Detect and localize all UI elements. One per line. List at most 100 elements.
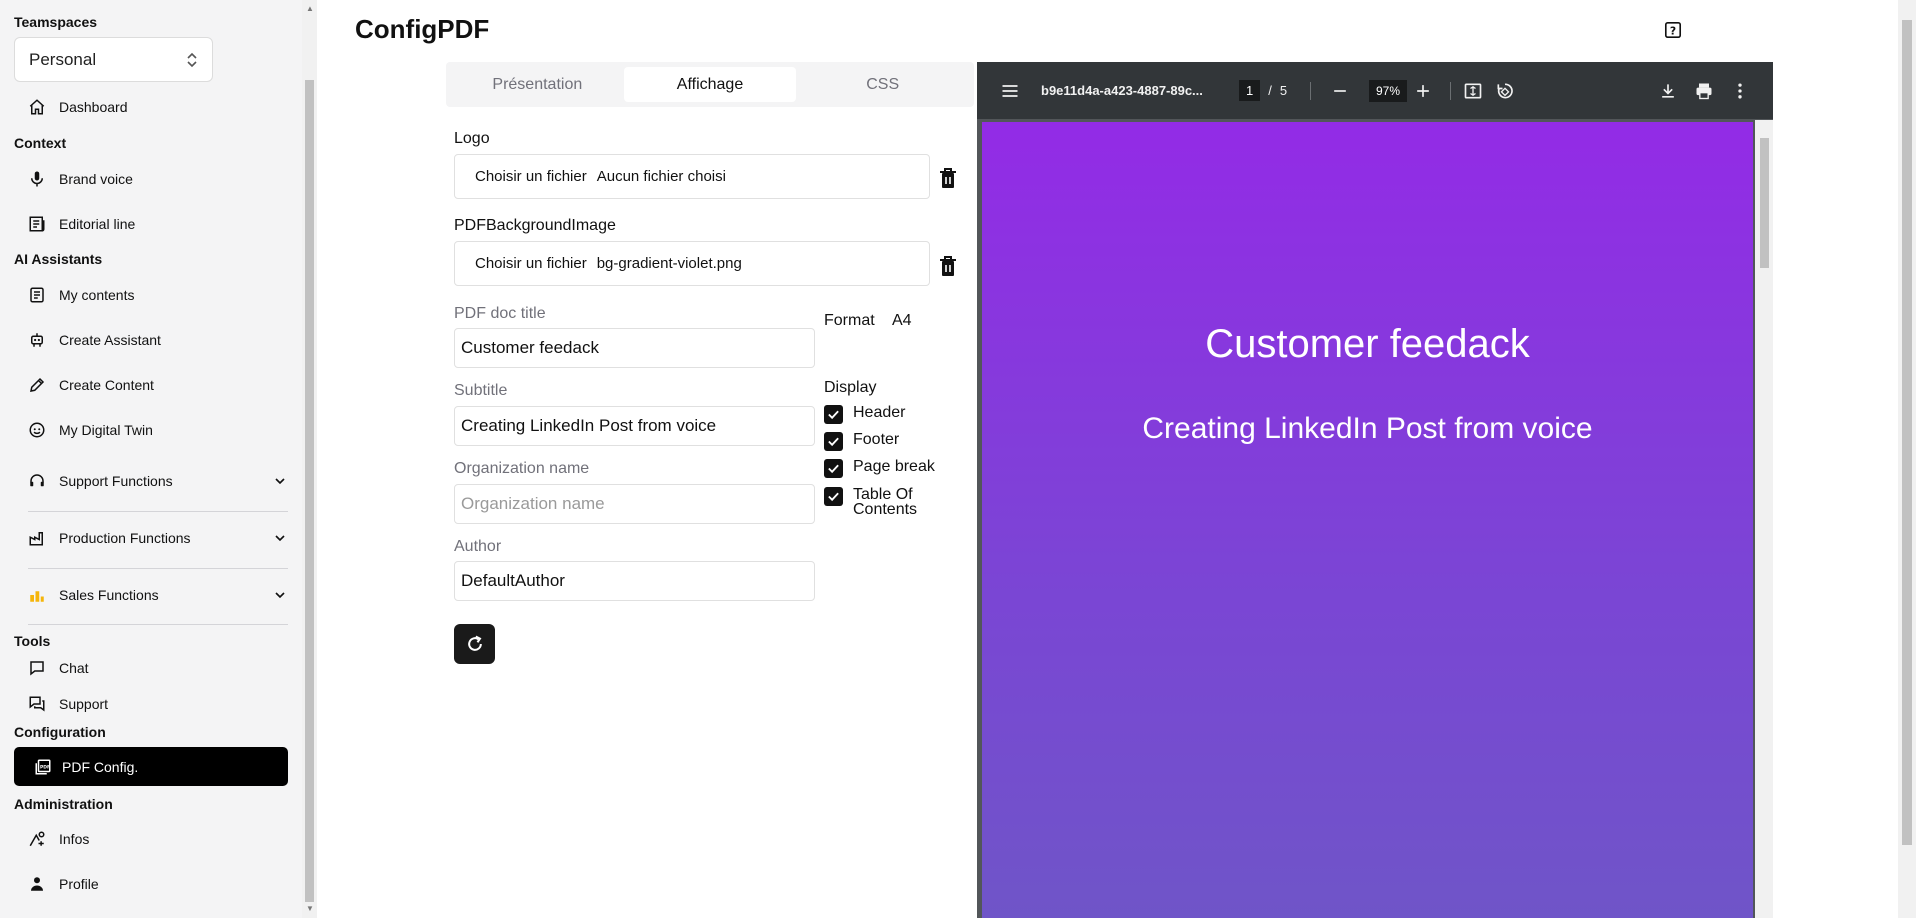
- logo-file-input[interactable]: Choisir un fichier Aucun fichier choisi: [454, 154, 930, 199]
- scroll-up-arrow-icon[interactable]: ▲: [306, 4, 314, 13]
- help-icon[interactable]: ?: [1664, 21, 1682, 39]
- pdf-page-title: Customer feedack: [1205, 322, 1530, 366]
- factory-icon: [29, 532, 43, 546]
- scrollbar-thumb[interactable]: [1760, 138, 1769, 268]
- check-icon: [824, 432, 843, 451]
- bg-image-file-input[interactable]: Choisir un fichier bg-gradient-violet.pn…: [454, 241, 930, 286]
- check-icon: [824, 459, 843, 478]
- logo-label: Logo: [454, 130, 490, 147]
- scrollbar-thumb[interactable]: [305, 80, 314, 902]
- toolbar-separator: [1450, 82, 1451, 100]
- chevron-down-icon: [275, 478, 285, 485]
- doc-title-input[interactable]: Customer feedack: [454, 328, 815, 368]
- header-checkbox[interactable]: Header: [824, 405, 905, 424]
- footer-checkbox[interactable]: Footer: [824, 432, 899, 451]
- sidebar-item-brand-voice[interactable]: Brand voice: [28, 165, 133, 193]
- sidebar-item-editorial-line[interactable]: Editorial line: [28, 210, 135, 238]
- bar-chart-icon: [30, 591, 44, 602]
- context-title: Context: [14, 135, 67, 151]
- tools-title: Tools: [14, 633, 51, 649]
- chevron-up-down-icon: [187, 52, 197, 67]
- rotate-icon[interactable]: [1495, 62, 1515, 119]
- tab-css[interactable]: CSS: [796, 67, 969, 102]
- page-title: ConfigPDF: [355, 14, 490, 44]
- pdf-scrollbar[interactable]: [1755, 120, 1773, 918]
- download-icon[interactable]: [1658, 62, 1678, 119]
- sidebar-item-dashboard[interactable]: Dashboard: [28, 93, 128, 121]
- page-indicator: 1 / 5: [1239, 62, 1287, 119]
- sidebar-item-digital-twin[interactable]: My Digital Twin: [28, 416, 153, 444]
- subtitle-label: Subtitle: [454, 382, 508, 399]
- page-scrollbar[interactable]: [1898, 0, 1916, 918]
- scroll-down-arrow-icon[interactable]: ▼: [306, 904, 314, 913]
- bg-image-label: PDFBackgroundImage: [454, 217, 616, 234]
- divider: [28, 624, 288, 625]
- choose-file-button[interactable]: Choisir un fichier: [475, 168, 587, 185]
- scrollbar-thumb[interactable]: [1902, 20, 1912, 845]
- sidebar-item-support[interactable]: Support: [28, 690, 108, 718]
- robot-icon: [31, 333, 43, 347]
- sidebar-item-sales-functions[interactable]: Sales Functions: [28, 581, 288, 609]
- teamspace-selected-value: Personal: [29, 49, 97, 69]
- trash-icon[interactable]: [938, 255, 958, 277]
- sidebar-item-infos[interactable]: Infos: [28, 825, 89, 853]
- document-list-icon: [30, 287, 44, 303]
- organization-name-input[interactable]: Organization name: [454, 484, 815, 524]
- sidebar-item-my-contents[interactable]: My contents: [28, 281, 134, 309]
- divider: [28, 511, 288, 512]
- svg-text:?: ?: [1670, 25, 1676, 38]
- author-label: Author: [454, 538, 502, 555]
- chat-bubble-icon: [30, 661, 44, 676]
- page-number-input[interactable]: 1: [1239, 80, 1261, 101]
- refresh-icon: [467, 635, 482, 651]
- format-value[interactable]: A4: [892, 312, 912, 330]
- print-icon[interactable]: [1694, 62, 1714, 119]
- menu-icon[interactable]: [1000, 62, 1020, 119]
- zoom-level[interactable]: 97%: [1369, 62, 1408, 119]
- sidebar-item-production-functions[interactable]: Production Functions: [28, 524, 288, 552]
- teamspace-select[interactable]: Personal: [14, 37, 213, 82]
- display-label: Display: [824, 379, 877, 396]
- headset-icon: [30, 474, 44, 487]
- refresh-button[interactable]: [454, 624, 495, 664]
- tab-affichage[interactable]: Affichage: [623, 67, 797, 102]
- shapes-icon: [29, 831, 45, 847]
- more-options-icon[interactable]: [1730, 62, 1750, 119]
- bg-image-file-name: bg-gradient-violet.png: [596, 255, 742, 272]
- teamspaces-title: Teamspaces: [14, 14, 98, 30]
- total-pages: 5: [1279, 83, 1288, 98]
- author-input[interactable]: DefaultAuthor: [454, 561, 815, 601]
- newspaper-icon: [29, 216, 45, 232]
- choose-file-button[interactable]: Choisir un fichier: [475, 255, 587, 272]
- pdf-toolbar: b9e11d4a-a423-4887-89c... 1 / 5 97%: [977, 62, 1773, 119]
- configuration-title: Configuration: [14, 724, 106, 740]
- sidebar-item-profile[interactable]: Profile: [28, 870, 99, 898]
- zoom-out-icon[interactable]: [1330, 62, 1350, 119]
- subtitle-input[interactable]: Creating LinkedIn Post from voice: [454, 406, 815, 446]
- tab-presentation[interactable]: Présentation: [451, 67, 624, 102]
- sidebar-scrollbar[interactable]: ▲ ▼: [302, 0, 317, 918]
- microphone-icon: [31, 171, 43, 187]
- trash-icon[interactable]: [938, 167, 958, 189]
- sidebar-item-create-content[interactable]: Create Content: [28, 371, 154, 399]
- logo-file-name: Aucun fichier choisi: [596, 168, 726, 185]
- toc-checkbox[interactable]: Table Of Contents: [824, 487, 917, 518]
- sidebar: Teamspaces Personal Dashboard Context Br…: [0, 0, 302, 918]
- pdf-filename: b9e11d4a-a423-4887-89c...: [1041, 83, 1203, 98]
- pdf-page: Customer feedack Creating LinkedIn Post …: [982, 122, 1753, 918]
- check-icon: [824, 487, 843, 506]
- sidebar-item-pdf-config[interactable]: PDF PDF Config.: [14, 747, 288, 786]
- sidebar-item-chat[interactable]: Chat: [28, 654, 89, 682]
- doc-title-label: PDF doc title: [454, 305, 546, 322]
- toolbar-separator: [1310, 82, 1311, 100]
- fit-page-icon[interactable]: [1463, 62, 1483, 119]
- divider: [28, 568, 288, 569]
- sidebar-item-create-assistant[interactable]: Create Assistant: [28, 326, 161, 354]
- user-icon: [31, 877, 43, 891]
- format-label: Format: [824, 312, 875, 329]
- zoom-in-icon[interactable]: [1413, 62, 1433, 119]
- pdf-page-subtitle: Creating LinkedIn Post from voice: [1142, 412, 1593, 445]
- sidebar-item-support-functions[interactable]: Support Functions: [28, 467, 288, 495]
- page-break-checkbox[interactable]: Page break: [824, 459, 935, 478]
- pencil-icon: [30, 377, 45, 392]
